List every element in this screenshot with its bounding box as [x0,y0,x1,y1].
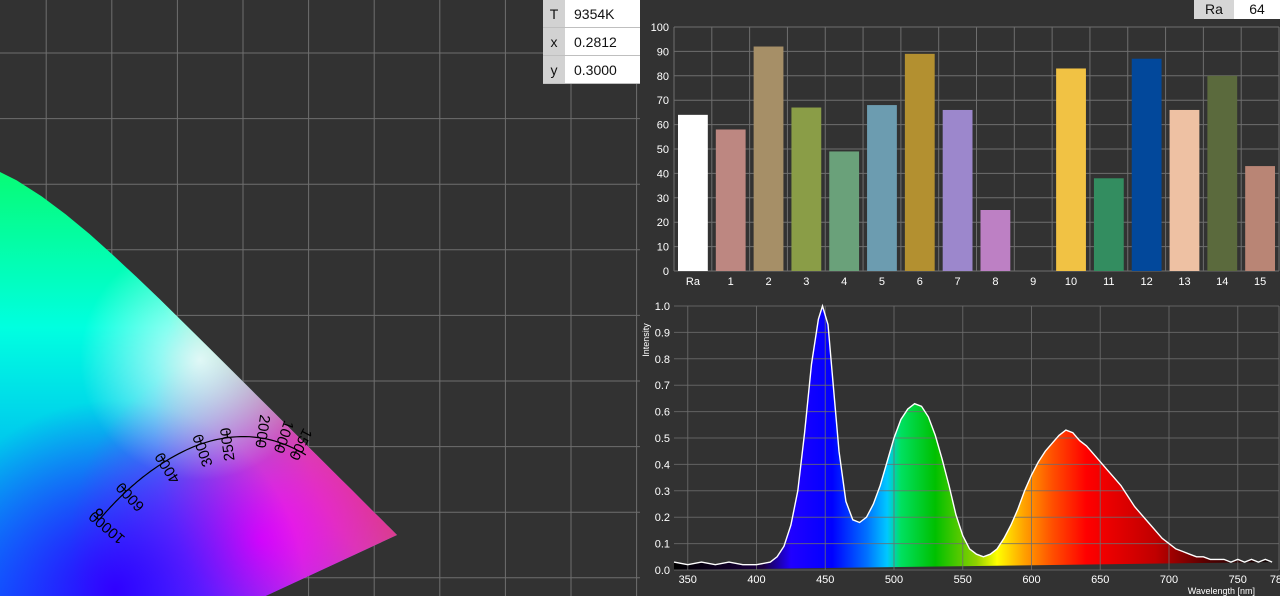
cri-ytick-label: 90 [657,46,669,58]
spd-xtick-label: 750 [1229,574,1247,586]
spectral-locus-fill [0,162,397,596]
cri-xtick-label: 3 [803,276,809,288]
ra-badge: Ra 64 [1194,0,1280,19]
spd-xtick-label: 700 [1160,574,1178,586]
right-panel: 0 10 20 30 40 50 60 70 80 90 100 Ra 1 2 3 4 5 6 7 8 9 10 11 12 1… [641,0,1280,596]
cri-xtick-label: 5 [879,276,885,288]
spd-ytick-label: 0.8 [655,354,670,366]
spd-ytick-label: 0.2 [655,512,670,524]
cri-xtick-label: 2 [765,276,771,288]
spd-ytick-label: 0.3 [655,486,670,498]
readout-row-y: y 0.3000 [543,55,640,84]
readout-value: 0.2812 [565,27,640,56]
spd-xtick-label: 550 [954,574,972,586]
cri-bar [1093,178,1124,271]
cri-xtick-label: 1 [728,276,734,288]
spd-xtick-label: 650 [1091,574,1109,586]
cri-bar [791,107,822,272]
cri-bar [942,109,973,272]
cri-xtick-label: 13 [1178,276,1190,288]
cie-diagram: 100015002000250030004000600010000 [0,0,640,596]
cri-xtick-label: 6 [917,276,923,288]
cri-xtick-label: 4 [841,276,847,288]
cri-bar [1131,58,1162,271]
spd-xlabel: Wavelength [nm] [1188,586,1255,596]
spd-xtick-label: 600 [1022,574,1040,586]
cri-bar [753,46,784,271]
cri-xtick-label: 7 [955,276,961,288]
spd-ylabel: Intensity [641,323,651,357]
spd-ytick-label: 1.0 [655,301,670,313]
spectrum-chart: 0.0 0.1 0.2 0.3 0.4 0.5 0.6 0.7 0.8 0.9 1.0 350 400 4… [641,292,1280,596]
readout-key: x [543,27,565,56]
cri-ytick-label: 30 [657,193,669,205]
cri-bar [1245,166,1275,271]
cri-ytick-label: 10 [657,242,669,254]
readout-row-cct: T 9354K [543,0,640,28]
cri-ytick-label: 50 [657,144,669,156]
cri-bar [1056,68,1086,271]
spd-xtick-label: 500 [885,574,903,586]
spd-ytick-label: 0.1 [655,539,670,551]
ra-value: 64 [1234,0,1280,19]
spd-ytick-label: 0.5 [655,433,670,445]
cri-xtick-label: 15 [1254,276,1266,288]
cri-bar [867,105,897,271]
spd-xtick-label: 400 [747,574,765,586]
cri-ytick-label: 70 [657,95,669,107]
cri-xtick-label: 12 [1141,276,1153,288]
cri-bar [1169,109,1200,272]
spd-xtick-label: 780 [1270,574,1280,586]
cri-ytick-label: 100 [651,22,669,34]
cri-ytick-label: 40 [657,168,669,180]
spd-xtick-label: 450 [816,574,834,586]
readout-key: T [543,0,565,28]
readout-value: 0.3000 [565,55,640,84]
cri-xtick-label: 10 [1065,276,1077,288]
ra-label: Ra [1194,0,1234,19]
cri-xtick-label: 14 [1216,276,1228,288]
cri-ytick-label: 80 [657,71,669,83]
cri-bar [980,210,1011,271]
color-readout: T 9354K x 0.2812 y 0.3000 [543,0,640,84]
cri-xtick-label: 11 [1103,276,1114,288]
cri-ytick-label: 20 [657,217,669,229]
readout-key: y [543,55,565,84]
cri-ytick-label: 60 [657,120,669,132]
cri-xtick-label: 8 [992,276,998,288]
cie-diagram-panel: 1000 1500 2000 2500 3000 4000 6000 10000 T 9354… [0,0,640,596]
spd-ytick-label: 0.9 [655,327,670,339]
spd-ytick-label: 0.0 [655,565,670,577]
cri-xtick-label: 9 [1030,276,1036,288]
cri-bar [1207,75,1238,271]
cri-bar [678,114,708,271]
cri-ytick-label: 0 [663,266,669,278]
spd-xtick-label: 350 [679,574,697,586]
spd-ytick-label: 0.4 [655,459,670,471]
spd-ytick-label: 0.6 [655,407,670,419]
readout-value: 9354K [565,0,640,28]
cri-bar-chart: 0102030405060708090100Ra 1 2 3 4 5 6 7 8 9 10 11 12 1… [641,0,1280,290]
cri-bar [715,129,746,271]
spd-ytick-label: 0.7 [655,380,670,392]
cri-bar [829,151,860,271]
cri-xtick-label: Ra [686,276,701,288]
cri-bar [904,53,935,272]
readout-row-x: x 0.2812 [543,27,640,56]
